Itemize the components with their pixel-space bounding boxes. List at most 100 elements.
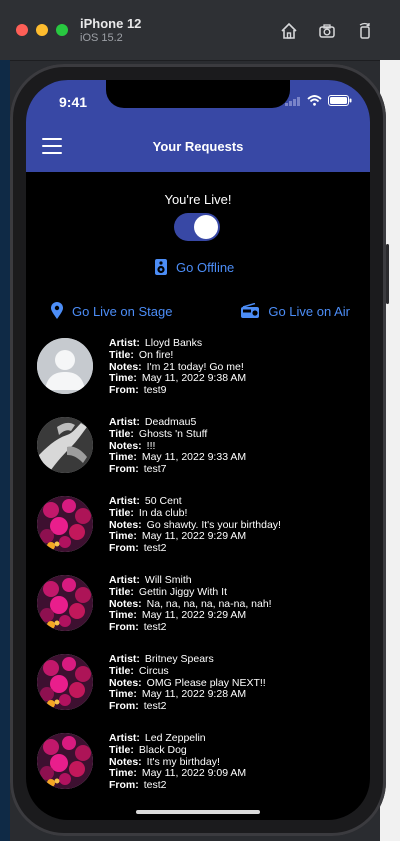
avatar [37, 417, 93, 473]
request-details: Artist: Britney Spears Title: Circus Notes… [109, 653, 266, 713]
from-label: From: [109, 384, 139, 397]
go-offline-button[interactable]: Go Offline [154, 258, 234, 276]
request-item[interactable]: Artist: Lloyd Banks Title: On fire! Notes:… [26, 337, 370, 418]
simulator-titlebar: iPhone 12 iOS 15.2 [0, 0, 400, 61]
notes-label: Notes: [109, 439, 142, 452]
title-label: Title: [109, 585, 134, 598]
avatar [37, 733, 93, 789]
request-item[interactable]: Artist: Will Smith Title: Gettin Jiggy Wit… [26, 574, 370, 655]
navigation-bar: 9:41 Your Requests [26, 80, 370, 172]
side-button [386, 244, 389, 304]
notes-label: Notes: [109, 755, 142, 768]
time-label: Time: [109, 530, 137, 543]
time-value: May 11, 2022 9:09 AM [141, 767, 247, 780]
title-value: Black Dog [138, 743, 187, 756]
notes-value: Na, na, na, na, na-na, nah! [146, 597, 272, 610]
screenshot-icon[interactable] [316, 20, 338, 42]
iphone-frame: 9:41 Your Requests You're Live! Go Offli… [10, 64, 389, 836]
minimize-window-button[interactable] [36, 24, 48, 36]
notes-value: It's my birthday! [146, 755, 220, 768]
from-value: test2 [143, 700, 167, 713]
from-value: test2 [143, 779, 167, 792]
live-toggle-switch[interactable] [174, 213, 220, 241]
title-label: Title: [109, 664, 134, 677]
from-value: test2 [143, 542, 167, 555]
request-details: Artist: 50 Cent Title: In da club! Notes: G… [109, 495, 281, 555]
close-window-button[interactable] [16, 24, 28, 36]
app-screen: 9:41 Your Requests You're Live! Go Offli… [26, 80, 370, 820]
toggle-knob [194, 215, 218, 239]
artist-value: Lloyd Banks [144, 337, 203, 349]
request-item[interactable]: Artist: 50 Cent Title: In da club! Notes: G… [26, 495, 370, 576]
time-value: May 11, 2022 9:28 AM [141, 688, 247, 701]
notes-label: Notes: [109, 676, 142, 689]
artist-value: Led Zeppelin [144, 732, 206, 744]
signal-icon [285, 96, 300, 106]
artist-label: Artist: [109, 732, 140, 744]
avatar [37, 654, 93, 710]
from-value: test2 [143, 621, 167, 634]
request-details: Artist: Lloyd Banks Title: On fire! Notes:… [109, 337, 246, 397]
time-value: May 11, 2022 9:29 AM [141, 609, 247, 622]
title-label: Title: [109, 427, 134, 440]
simulator-toolbar [278, 20, 376, 42]
request-item[interactable]: Artist: Led Zeppelin Title: Black Dog Note… [26, 732, 370, 813]
request-details: Artist: Will Smith Title: Gettin Jiggy Wit… [109, 574, 272, 634]
notes-value: OMG Please play NEXT!! [146, 676, 266, 689]
go-live-on-stage-label: Go Live on Stage [72, 303, 173, 319]
artist-value: Britney Spears [144, 653, 214, 665]
artist-label: Artist: [109, 574, 140, 586]
from-label: From: [109, 463, 139, 476]
live-status-label: You're Live! [164, 192, 232, 207]
notch [106, 80, 290, 108]
title-value: Gettin Jiggy With It [138, 585, 228, 598]
flowers-photo-avatar [37, 496, 93, 552]
zoom-window-button[interactable] [56, 24, 68, 36]
notes-label: Notes: [109, 360, 142, 373]
default-person-avatar-icon [37, 338, 93, 394]
from-label: From: [109, 700, 139, 713]
simulator-device-name: iPhone 12 [80, 16, 142, 31]
flowers-photo-avatar [37, 654, 93, 710]
request-item[interactable]: Artist: Britney Spears Title: Circus Notes… [26, 653, 370, 734]
avatar [37, 496, 93, 552]
notes-label: Notes: [109, 518, 142, 531]
artist-value: Deadmau5 [144, 416, 197, 428]
go-live-on-stage-button[interactable]: Go Live on Stage [50, 302, 172, 320]
hands-photo-avatar [37, 417, 93, 473]
live-options: Go Live on Stage Go Live on Air [50, 302, 350, 320]
go-live-on-air-label: Go Live on Air [268, 303, 350, 319]
request-details: Artist: Led Zeppelin Title: Black Dog Note… [109, 732, 247, 792]
request-item[interactable]: Artist: Deadmau5 Title: Ghosts 'n Stuff No… [26, 416, 370, 497]
request-details: Artist: Deadmau5 Title: Ghosts 'n Stuff No… [109, 416, 246, 476]
status-time: 9:41 [59, 94, 88, 110]
from-label: From: [109, 779, 139, 792]
title-value: Circus [138, 664, 169, 677]
avatar [37, 575, 93, 631]
title-label: Title: [109, 506, 134, 519]
artist-label: Artist: [109, 337, 140, 349]
title-label: Title: [109, 743, 134, 756]
go-offline-label: Go Offline [176, 259, 235, 275]
flowers-photo-avatar [37, 575, 93, 631]
time-value: May 11, 2022 9:29 AM [141, 530, 247, 543]
simulator-os-version: iOS 15.2 [80, 32, 123, 44]
time-label: Time: [109, 688, 137, 701]
home-icon[interactable] [278, 20, 300, 42]
time-label: Time: [109, 609, 137, 622]
notes-value: Go shawty. It's your birthday! [146, 518, 281, 531]
home-indicator[interactable] [136, 810, 260, 814]
title-label: Title: [109, 348, 134, 361]
notes-value: I'm 21 today! Go me! [146, 360, 244, 373]
flowers-photo-avatar [37, 733, 93, 789]
rotate-icon[interactable] [354, 20, 376, 42]
battery-icon [328, 95, 352, 106]
from-label: From: [109, 542, 139, 555]
notes-value: !!! [146, 439, 156, 452]
wifi-icon [307, 95, 322, 106]
from-label: From: [109, 621, 139, 634]
avatar [37, 338, 93, 394]
artist-value: 50 Cent [144, 495, 182, 507]
from-value: test7 [143, 463, 167, 476]
go-live-on-air-button[interactable]: Go Live on Air [240, 302, 350, 320]
